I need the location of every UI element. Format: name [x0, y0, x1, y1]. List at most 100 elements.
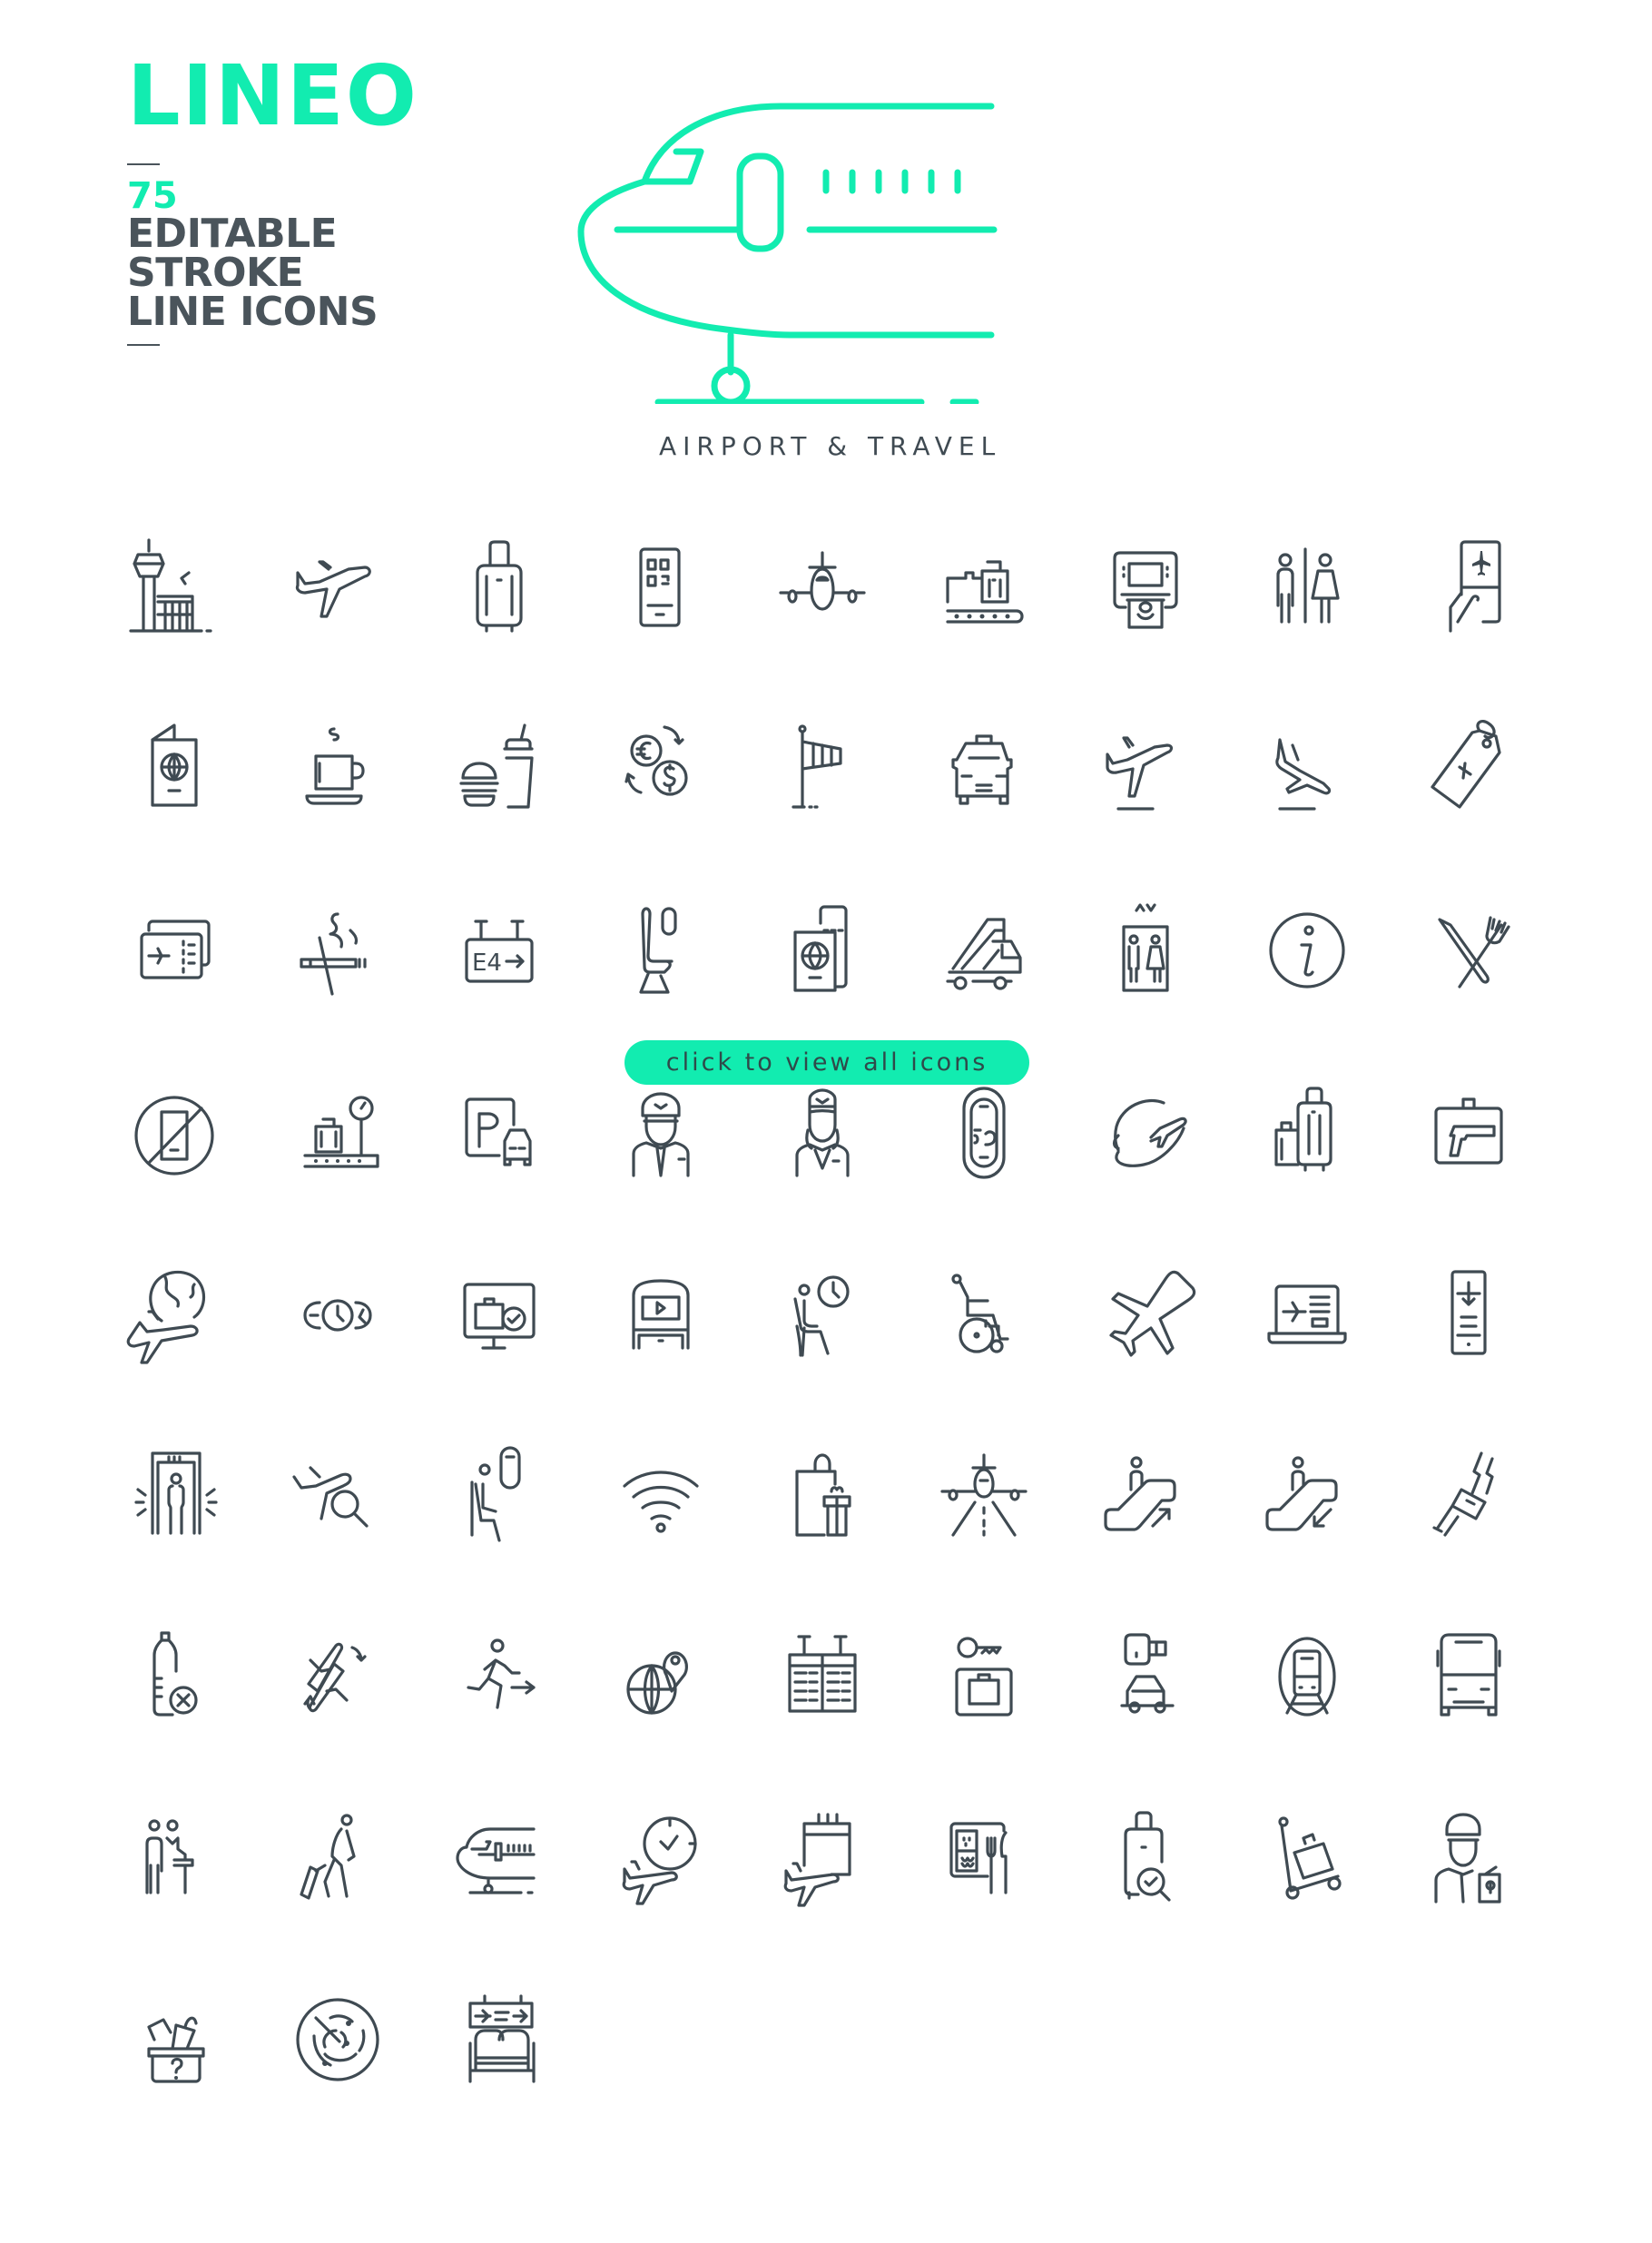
- icon-cell-lost-and-found[interactable]: [95, 1983, 257, 2165]
- baggage-conveyor-icon: [946, 560, 1024, 624]
- connecting-flight-icon: [303, 1642, 367, 1713]
- icon-cell-coffee-cup[interactable]: [257, 713, 418, 894]
- icon-cell-waiting-room[interactable]: [742, 1257, 903, 1439]
- icon-cell-check-in-desk[interactable]: [95, 1802, 257, 1983]
- traveler-icon: [300, 1814, 356, 1900]
- icon-cell-information[interactable]: [1226, 894, 1388, 1076]
- icon-cell-mobile-boarding-pass[interactable]: [580, 531, 742, 713]
- icon-cell-car-rental[interactable]: [1065, 1620, 1226, 1802]
- icon-cell-radar[interactable]: [257, 1983, 418, 2165]
- passport-icon: [151, 723, 198, 807]
- icon-cell-security-scanner[interactable]: [95, 1439, 257, 1620]
- icon-cell-airplane-front[interactable]: [742, 531, 903, 713]
- icon-cell-escalator-up[interactable]: [1065, 1439, 1226, 1620]
- icon-cell-world-flight[interactable]: [1065, 1076, 1226, 1257]
- airplane-seat-icon: [639, 907, 677, 994]
- icon-cell-connecting-flight[interactable]: [257, 1620, 418, 1802]
- icon-row: [95, 531, 1566, 713]
- icon-cell-taxi[interactable]: [903, 713, 1065, 894]
- icon-cell-luggage[interactable]: [1226, 1076, 1388, 1257]
- icon-cell-baggage-inspection[interactable]: [1065, 1802, 1226, 1983]
- icon-cell-airplane-side[interactable]: [418, 1802, 580, 1983]
- icon-cell-global-travel[interactable]: [95, 1257, 257, 1439]
- icon-cell-no-smoking[interactable]: [257, 894, 418, 1076]
- no-smoking-icon: [300, 912, 367, 996]
- icon-cell-luggage-tag[interactable]: [1388, 713, 1549, 894]
- icon-cell-flight-search[interactable]: [257, 1439, 418, 1620]
- icon-cell-atm[interactable]: [1065, 531, 1226, 713]
- icon-cell-airplane[interactable]: [1065, 1257, 1226, 1439]
- icon-cell-mobile-ticket[interactable]: [1388, 1257, 1549, 1439]
- seat-belt-icon: [1432, 1451, 1494, 1537]
- icon-row: [95, 1076, 1566, 1257]
- icon-cell-arrival[interactable]: [1226, 713, 1388, 894]
- icon-row: [95, 1983, 1566, 2165]
- icon-cell-control-tower[interactable]: [95, 531, 257, 713]
- icon-cell-airplane-window[interactable]: [903, 1076, 1065, 1257]
- icon-cell-departure[interactable]: [1065, 713, 1226, 894]
- icon-cell-runway[interactable]: [903, 1439, 1065, 1620]
- icon-cell-customs-officer[interactable]: [1388, 1802, 1549, 1983]
- icon-cell-flight-board[interactable]: [742, 1620, 903, 1802]
- icon-cell-duty-free-shopping[interactable]: [742, 1439, 903, 1620]
- icon-cell-departure-lounge[interactable]: [418, 1983, 580, 2165]
- icon-cell-online-check-in[interactable]: [1226, 1257, 1388, 1439]
- icon-cell-gate-sign[interactable]: E4: [418, 894, 580, 1076]
- icon-row: [95, 1439, 1566, 1620]
- icon-cell-flight-attendant[interactable]: [742, 1076, 903, 1257]
- icon-cell-no-phone[interactable]: [95, 1076, 257, 1257]
- lost-and-found-icon: [147, 2016, 205, 2083]
- icon-cell-locker[interactable]: [903, 1620, 1065, 1802]
- airstairs-truck-icon: [946, 918, 1022, 990]
- icon-cell-no-liquids[interactable]: [95, 1620, 257, 1802]
- icon-cell-window-seat[interactable]: [418, 1439, 580, 1620]
- icon-cell-passport[interactable]: [95, 713, 257, 894]
- window-seat-icon: [470, 1446, 521, 1542]
- icon-cell-wifi[interactable]: [580, 1439, 742, 1620]
- icon-cell-in-flight-meal[interactable]: [903, 1802, 1065, 1983]
- icon-cell-baggage-check-monitor[interactable]: [418, 1257, 580, 1439]
- security-scanner-icon: [134, 1451, 218, 1535]
- icon-cell-destination[interactable]: [580, 1620, 742, 1802]
- icon-cell-flight-schedule[interactable]: [742, 1802, 903, 1983]
- icon-cell-rolling-suitcase[interactable]: [418, 531, 580, 713]
- icon-cell-baggage-scale[interactable]: [257, 1076, 418, 1257]
- icon-cell-exit[interactable]: [418, 1620, 580, 1802]
- icon-cell-currency-exchange[interactable]: [580, 713, 742, 894]
- brand-title: LINEO: [127, 47, 418, 144]
- icon-cell-gun-case[interactable]: [1388, 1076, 1549, 1257]
- icon-cell-elevator[interactable]: [1065, 894, 1226, 1076]
- collection-subtitle: AIRPORT & TRAVEL: [659, 431, 1002, 461]
- icon-cell-baggage-cart[interactable]: [1226, 1802, 1388, 1983]
- icon-cell-bus[interactable]: [1388, 1620, 1549, 1802]
- icon-cell-train[interactable]: [1226, 1620, 1388, 1802]
- icon-cell-flight-tickets[interactable]: [95, 894, 257, 1076]
- icon-cell-on-time-flight[interactable]: [580, 1802, 742, 1983]
- icon-cell-world-clocks[interactable]: [257, 1257, 418, 1439]
- icon-cell-wheelchair[interactable]: [903, 1257, 1065, 1439]
- icon-cell-traveler[interactable]: [257, 1802, 418, 1983]
- online-check-in-icon: [1267, 1284, 1347, 1344]
- mobile-ticket-icon: [1450, 1270, 1487, 1355]
- baggage-inspection-icon: [1124, 1811, 1171, 1902]
- world-flight-icon: [1112, 1098, 1187, 1167]
- seat-entertainment-icon: [632, 1279, 690, 1350]
- icon-cell-windsock[interactable]: [742, 713, 903, 894]
- luggage-tag-icon: [1431, 719, 1501, 809]
- icon-cell-seat-entertainment[interactable]: [580, 1257, 742, 1439]
- icon-cell-parking[interactable]: [418, 1076, 580, 1257]
- view-all-icons-button[interactable]: click to view all icons: [624, 1040, 1029, 1085]
- icon-cell-baggage-conveyor[interactable]: [903, 531, 1065, 713]
- baggage-cart-icon: [1278, 1816, 1342, 1900]
- icon-cell-escalator-down[interactable]: [1226, 1439, 1388, 1620]
- boarding-pass-hand-icon: [1449, 540, 1501, 633]
- control-tower-icon: [129, 538, 212, 633]
- icon-cell-pilot[interactable]: [580, 1076, 742, 1257]
- icon-cell-restroom[interactable]: [1226, 531, 1388, 713]
- icon-cell-boarding-pass-hand[interactable]: [1388, 531, 1549, 713]
- icon-cell-seat-belt[interactable]: [1388, 1439, 1549, 1620]
- icon-cell-fast-food[interactable]: [418, 713, 580, 894]
- icon-cell-restaurant[interactable]: [1388, 894, 1549, 1076]
- icon-cell-airplane-takeoff[interactable]: [257, 531, 418, 713]
- restaurant-icon: [1438, 916, 1510, 989]
